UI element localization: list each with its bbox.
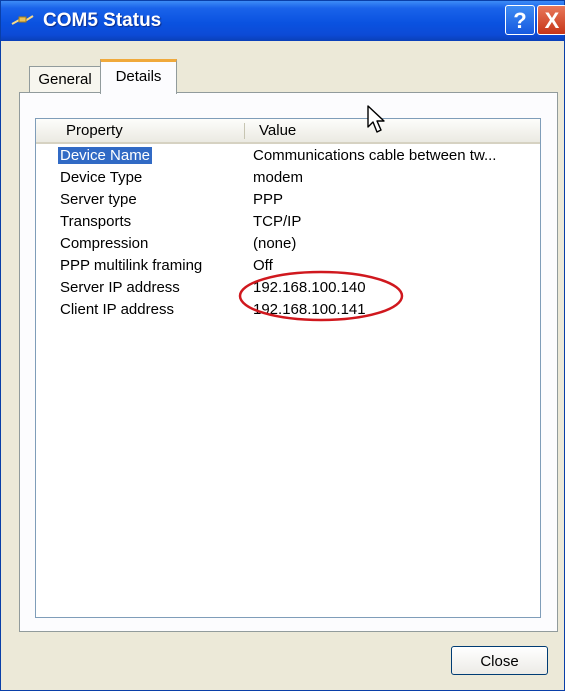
dialog-window: COM5 Status ? X General Details Property…	[0, 0, 565, 691]
property-cell: PPP multilink framing	[60, 257, 203, 274]
property-cell: Device Name	[58, 147, 153, 164]
list-item[interactable]: Compression (none)	[36, 233, 540, 255]
tab-general[interactable]: General	[29, 66, 101, 93]
value-cell: PPP	[253, 191, 284, 208]
value-cell: modem	[253, 169, 304, 186]
title-close-button[interactable]: X	[537, 5, 565, 35]
help-button[interactable]: ?	[505, 5, 535, 35]
column-divider[interactable]	[244, 123, 245, 139]
connection-icon	[11, 14, 35, 33]
mouse-cursor-icon	[367, 105, 385, 133]
column-header-value[interactable]: Value	[259, 119, 459, 142]
property-cell: Device Type	[60, 169, 143, 186]
value-cell: TCP/IP	[253, 213, 302, 230]
property-cell: Compression	[60, 235, 149, 252]
title-bar[interactable]: COM5 Status ? X	[1, 1, 565, 41]
list-header: Property Value	[36, 119, 540, 144]
list-item[interactable]: Transports TCP/IP	[36, 211, 540, 233]
close-button[interactable]: Close	[451, 646, 548, 675]
property-cell: Client IP address	[60, 301, 174, 318]
window-title: COM5 Status	[43, 10, 162, 31]
annotation-ellipse	[238, 270, 404, 322]
property-cell: Server IP address	[60, 279, 180, 296]
details-list[interactable]: Property Value Device Name Communication…	[35, 118, 541, 618]
list-item[interactable]: Device Type modem	[36, 167, 540, 189]
value-cell: (none)	[253, 235, 297, 252]
property-cell: Server type	[60, 191, 137, 208]
list-item[interactable]: Server type PPP	[36, 189, 540, 211]
property-cell: Transports	[60, 213, 132, 230]
value-cell: Communications cable between tw...	[253, 147, 497, 164]
column-header-property[interactable]: Property	[66, 119, 246, 142]
list-item[interactable]: Device Name Communications cable between…	[36, 145, 540, 167]
tab-details[interactable]: Details	[100, 59, 177, 94]
